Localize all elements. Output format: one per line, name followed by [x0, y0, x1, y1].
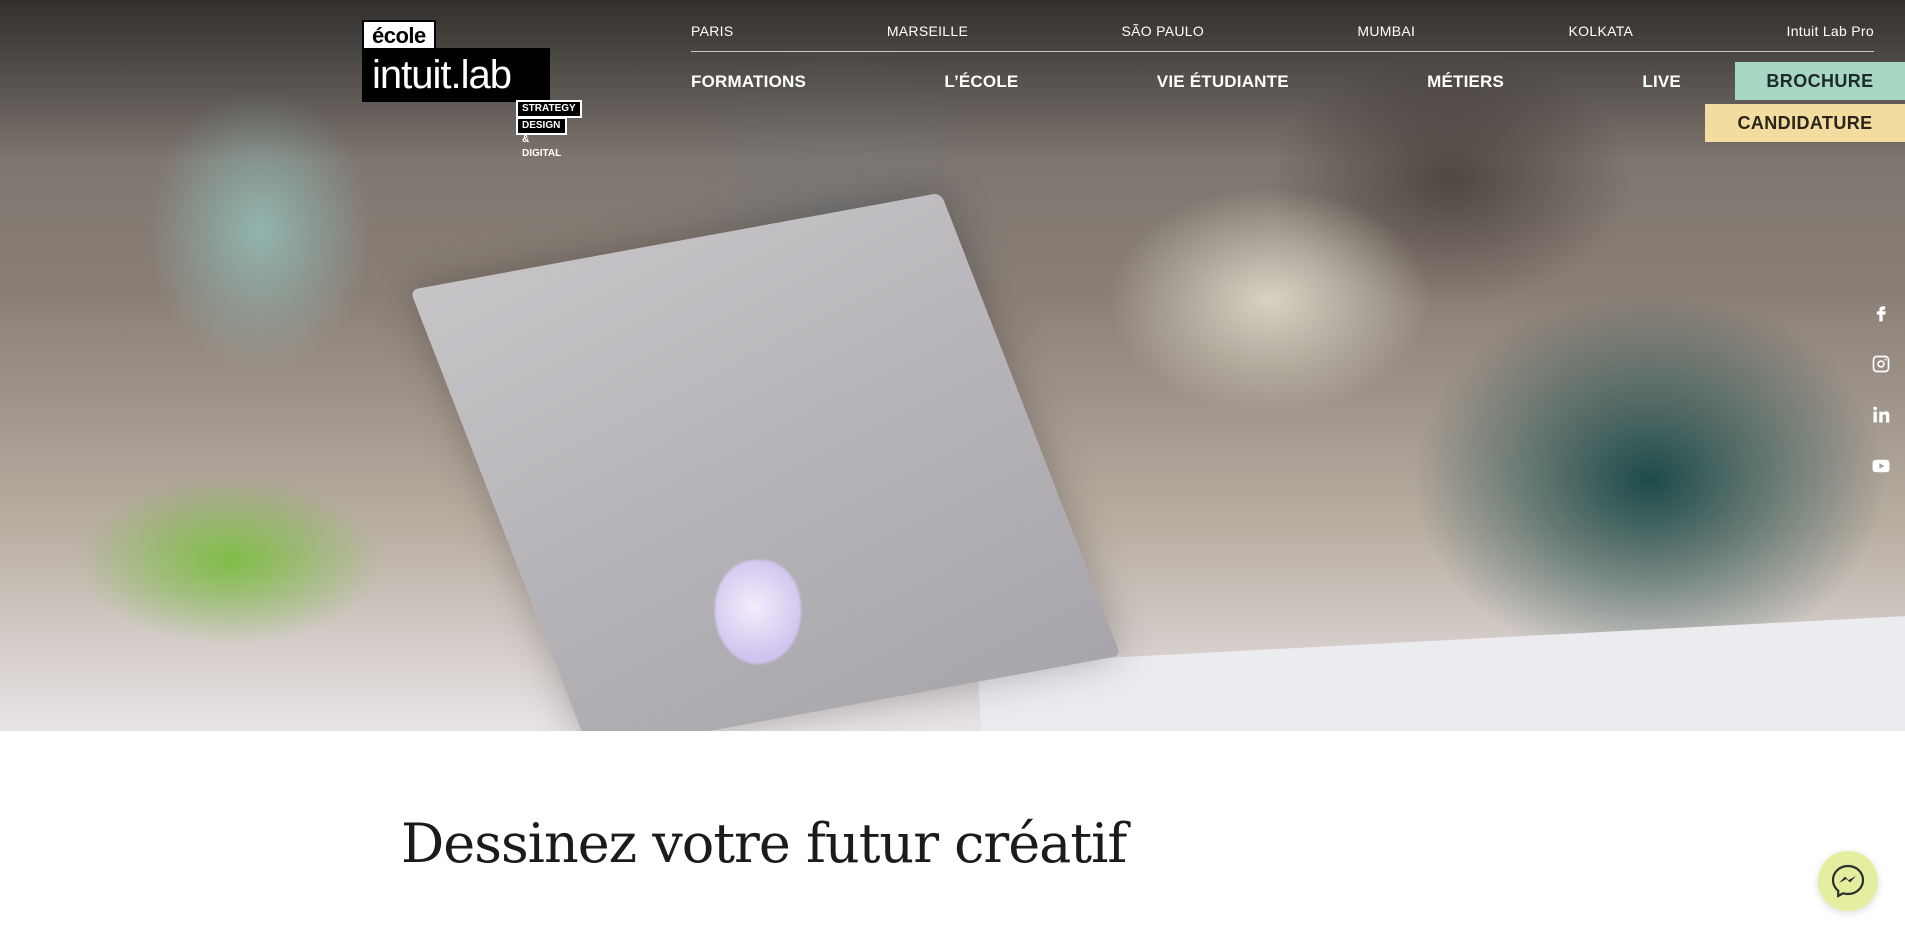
nav-vie-etudiante[interactable]: VIE ÉTUDIANTE — [1157, 72, 1289, 92]
nav-metiers[interactable]: MÉTIERS — [1427, 72, 1504, 92]
apple-logo-glow — [715, 560, 801, 664]
main-nav: FORMATIONS L’ÉCOLE VIE ÉTUDIANTE MÉTIERS… — [691, 70, 1681, 94]
intuit-lab-pro-link[interactable]: Intuit Lab Pro — [1787, 23, 1874, 39]
nav-live[interactable]: LIVE — [1642, 72, 1681, 92]
linkedin-icon[interactable] — [1868, 402, 1894, 428]
nav-divider — [691, 51, 1874, 52]
messenger-chat-button[interactable] — [1818, 851, 1878, 911]
hero-video — [0, 0, 1905, 731]
hero-paper — [977, 615, 1905, 731]
youtube-icon[interactable] — [1868, 453, 1894, 479]
social-links — [1868, 300, 1894, 504]
logo-tag-design: DESIGN & DIGITAL — [516, 117, 568, 159]
page-headline: Dessinez votre futur créatif — [401, 812, 1127, 875]
candidature-button[interactable]: CANDIDATURE — [1705, 104, 1905, 142]
nav-ecole[interactable]: L’ÉCOLE — [944, 72, 1018, 92]
logo-tag-strategy: STRATEGY — [516, 100, 582, 118]
messenger-icon — [1831, 864, 1865, 898]
city-nav: PARIS MARSEILLE SÃO PAULO MUMBAI KOLKATA… — [691, 20, 1874, 42]
city-link-paris[interactable]: PARIS — [691, 23, 733, 39]
instagram-icon[interactable] — [1868, 351, 1894, 377]
nav-formations[interactable]: FORMATIONS — [691, 72, 806, 92]
city-link-kolkata[interactable]: KOLKATA — [1569, 23, 1634, 39]
city-link-marseille[interactable]: MARSEILLE — [887, 23, 968, 39]
logo-intuit-lab: intuit.lab — [362, 48, 550, 102]
city-link-sao-paulo[interactable]: SÃO PAULO — [1121, 23, 1204, 39]
city-link-mumbai[interactable]: MUMBAI — [1357, 23, 1415, 39]
brochure-button[interactable]: BROCHURE — [1735, 62, 1905, 100]
facebook-icon[interactable] — [1868, 300, 1894, 326]
